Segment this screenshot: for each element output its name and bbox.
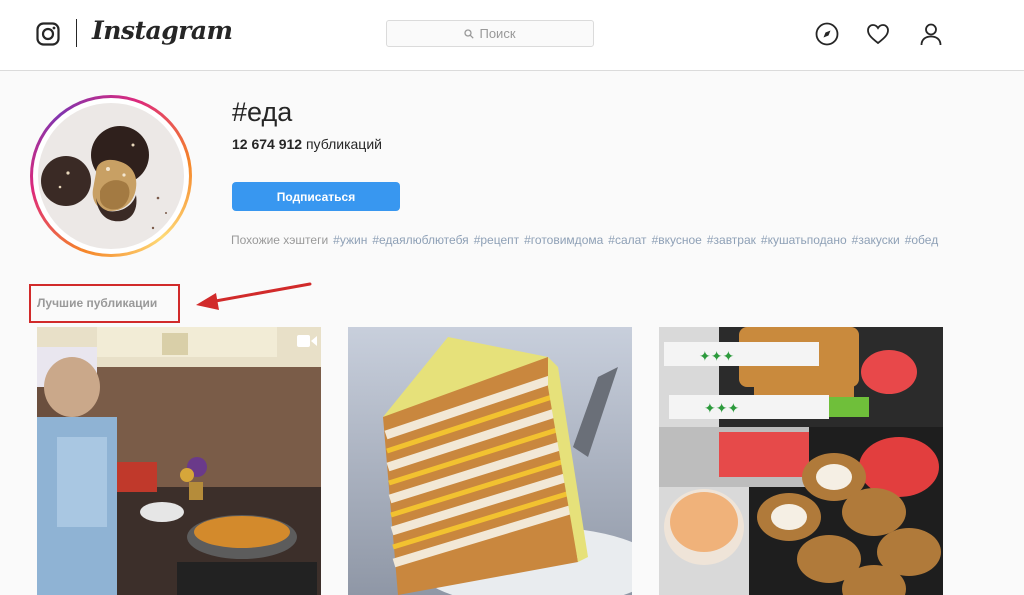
hashtag-title: #еда [232,97,293,127]
post-count-suffix: публикаций [305,136,382,152]
video-badge-icon [297,335,317,347]
annotation-arrow-icon [196,282,312,310]
logo-divider [76,19,77,47]
related-hashtag-link[interactable]: #закуски [852,233,900,247]
search-input[interactable]: Поиск [386,20,594,47]
instagram-glyph-icon[interactable] [36,22,60,46]
top-post-thumbnail[interactable] [348,327,632,595]
follow-button[interactable]: Подписаться [232,182,400,211]
svg-text:✦✦✦: ✦✦✦ [699,349,734,365]
svg-text:✦✦✦: ✦✦✦ [704,401,739,417]
related-hashtag-link[interactable]: #кушатьподано [761,233,847,247]
related-hashtag-link[interactable]: #вкусное [652,233,702,247]
explore-compass-icon[interactable] [815,22,839,46]
post-count-value: 12 674 912 [232,136,303,152]
related-hashtag-link[interactable]: #готовимдома [524,233,603,247]
top-post-thumbnail[interactable]: ✦✦✦ ✦✦✦ [659,327,943,595]
related-hashtag-link[interactable]: #салат [608,233,646,247]
chocolate-truffles-image [38,103,184,249]
top-posts-heading: Лучшие публикации [37,296,158,310]
top-navigation-bar: Instagram Поиск [0,0,1024,71]
search-placeholder: Поиск [479,26,516,41]
sushi-rolls-photo: ✦✦✦ ✦✦✦ [659,327,943,595]
related-hashtag-link[interactable]: #ужин [333,233,367,247]
post-count: 12 674 912 публикаций [232,136,382,152]
top-post-thumbnail[interactable] [37,327,321,595]
related-hashtag-link[interactable]: #завтрак [707,233,756,247]
hashtag-avatar [30,95,192,257]
layered-cake-photo [348,327,632,595]
profile-icon[interactable] [919,22,943,46]
related-hashtag-link[interactable]: #едаялюблютебя [372,233,468,247]
heart-icon[interactable] [866,22,890,46]
instagram-wordmark[interactable]: Instagram [92,16,233,45]
related-hashtags: Похожие хэштеги #ужин #едаялюблютебя #ре… [231,233,938,247]
kitchen-cooking-photo [37,327,321,595]
search-icon [464,28,475,39]
related-hashtag-link[interactable]: #рецепт [474,233,519,247]
related-hashtags-label: Похожие хэштеги [231,233,329,247]
related-hashtag-link[interactable]: #обед [905,233,939,247]
